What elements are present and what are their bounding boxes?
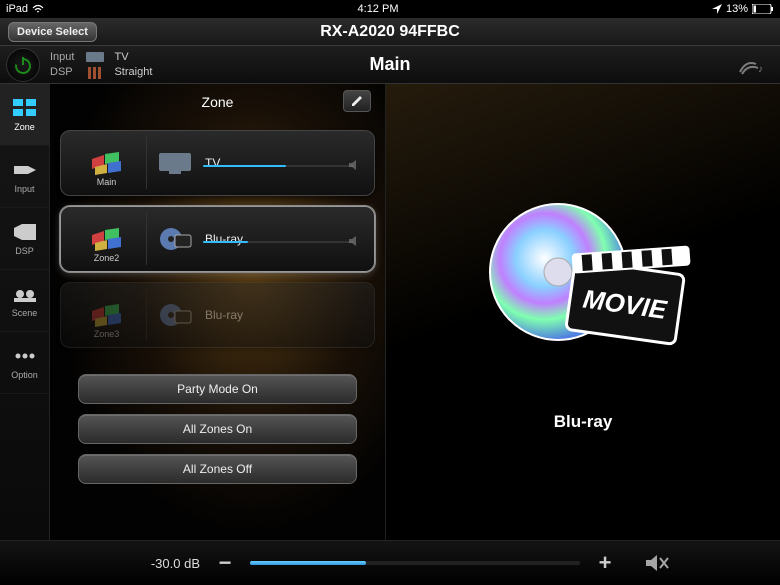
battery-icon — [752, 4, 774, 14]
party-mode-button[interactable]: Party Mode On — [78, 374, 357, 404]
zone-tiles-icon — [91, 227, 123, 251]
power-button[interactable] — [6, 48, 40, 82]
sidebar-item-scene[interactable]: Scene — [0, 270, 49, 332]
option-icon — [12, 346, 38, 366]
bottom-bar: -30.0 dB − + — [0, 540, 780, 585]
zone-panel: Zone Main TV Zone2 — [50, 84, 386, 540]
zone-card-zone3[interactable]: Zone3 Blu-ray — [60, 282, 375, 348]
zone-card-main[interactable]: Main TV — [60, 130, 375, 196]
input-bluray-icon — [155, 225, 195, 253]
sidebar-item-input[interactable]: Input — [0, 146, 49, 208]
info-icons — [84, 50, 106, 80]
volume-icon — [348, 159, 362, 171]
input-value: TV — [114, 50, 152, 65]
volume-up-button[interactable]: + — [594, 552, 616, 574]
sidebar-item-label: Scene — [12, 308, 38, 318]
all-zones-on-button[interactable]: All Zones On — [78, 414, 357, 444]
sidebar-item-zone[interactable]: Zone — [0, 84, 49, 146]
info-values: TV Straight — [114, 50, 152, 80]
volume-icon — [348, 235, 362, 247]
sidebar-item-option[interactable]: Option — [0, 332, 49, 394]
sidebar-item-label: DSP — [15, 246, 34, 256]
content-area: MOVIE Blu-ray — [386, 84, 780, 540]
location-icon — [712, 4, 722, 14]
network-audio-icon: ♪ — [738, 54, 768, 76]
zone-icon — [12, 98, 38, 118]
input-label: Input — [50, 50, 74, 65]
zone-name: Main — [97, 177, 117, 187]
sidebar: Zone Input DSP Scene Option — [0, 84, 50, 540]
zone-tiles-icon — [91, 303, 123, 327]
power-icon — [13, 55, 33, 75]
volume-db: -30.0 dB — [110, 556, 200, 571]
dsp-icon — [12, 222, 38, 242]
sidebar-item-dsp[interactable]: DSP — [0, 208, 49, 270]
content-label: Blu-ray — [554, 412, 613, 432]
dsp-value: Straight — [114, 65, 152, 80]
device-select-button[interactable]: Device Select — [8, 22, 97, 42]
volume-fill — [250, 561, 366, 565]
page-title: RX-A2020 94FFBC — [0, 23, 780, 41]
title-bar: Device Select RX-A2020 94FFBC — [0, 18, 780, 46]
info-labels: Input DSP — [50, 50, 74, 80]
battery-pct: 13% — [726, 3, 748, 15]
clock: 4:12 PM — [358, 3, 399, 15]
info-bar: Input DSP TV Straight Main ♪ — [0, 46, 780, 84]
input-bluray-icon — [155, 301, 195, 329]
pencil-icon — [350, 94, 364, 108]
mute-button[interactable] — [644, 552, 670, 574]
edit-button[interactable] — [343, 90, 371, 112]
zone-name: Zone3 — [94, 329, 120, 339]
zone-card-zone2[interactable]: Zone2 Blu-ray — [60, 206, 375, 272]
zone-tiles-icon — [91, 151, 123, 175]
dsp-source-icon — [84, 66, 106, 80]
movie-artwork: MOVIE — [468, 192, 698, 362]
sidebar-item-label: Input — [14, 184, 34, 194]
sidebar-item-label: Option — [11, 370, 38, 380]
input-source-icon — [84, 50, 106, 64]
zone-input-label: Blu-ray — [205, 308, 243, 322]
status-bar: iPad 4:12 PM 13% — [0, 0, 780, 18]
input-tv-icon — [155, 149, 195, 177]
svg-text:♪: ♪ — [758, 64, 763, 75]
sidebar-item-label: Zone — [14, 122, 35, 132]
carrier-label: iPad — [6, 3, 28, 15]
scene-icon — [12, 284, 38, 304]
volume-down-button[interactable]: − — [214, 552, 236, 574]
all-zones-off-button[interactable]: All Zones Off — [78, 454, 357, 484]
input-icon — [12, 160, 38, 180]
zone-volume-bar[interactable] — [203, 165, 354, 167]
zone-name: Zone2 — [94, 253, 120, 263]
zone-volume-bar[interactable] — [203, 241, 354, 243]
zone-input-label: TV — [205, 156, 220, 170]
zone-input-label: Blu-ray — [205, 232, 243, 246]
volume-slider[interactable] — [250, 561, 580, 565]
zone-header-title: Zone — [202, 94, 234, 110]
dsp-label: DSP — [50, 65, 74, 80]
wifi-icon — [32, 4, 44, 14]
